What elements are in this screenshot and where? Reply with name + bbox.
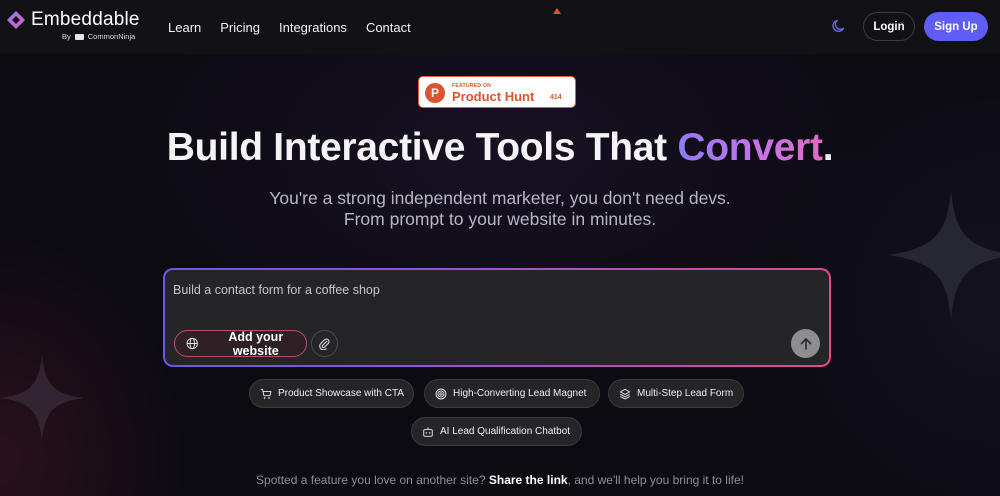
prompt-inner: Add your website: [165, 270, 829, 365]
chip-label: Multi-Step Lead Form: [637, 388, 734, 399]
attach-button[interactable]: [311, 330, 338, 357]
suggestion-chip-lead-magnet[interactable]: High-Converting Lead Magnet: [424, 379, 600, 408]
nav-link-pricing[interactable]: Pricing: [220, 20, 260, 35]
moon-icon[interactable]: [832, 19, 846, 33]
commonninja-icon: [74, 33, 84, 40]
nav-link-integrations[interactable]: Integrations: [279, 20, 347, 35]
hero-title-accent: Convert: [677, 126, 823, 169]
arrow-up-icon: [800, 337, 811, 350]
product-hunt-name: Product Hunt: [452, 89, 535, 104]
cart-icon: [260, 388, 272, 399]
prompt-box: Add your website: [163, 268, 831, 367]
share-link-prompt: Spotted a feature you love on another si…: [0, 473, 1000, 487]
product-hunt-upvote-count: 414: [550, 94, 562, 101]
paperclip-icon: [319, 338, 330, 350]
hero-subtitle-line2: From prompt to your website in minutes.: [343, 209, 657, 229]
brand-name: Embeddable: [31, 9, 140, 30]
embeddable-logo-icon: [7, 11, 25, 29]
nav-link-learn[interactable]: Learn: [168, 20, 201, 35]
hero-title-main: Build Interactive Tools That: [166, 126, 667, 169]
suggestion-chip-multi-step-form[interactable]: Multi-Step Lead Form: [608, 379, 744, 408]
chip-label: High-Converting Lead Magnet: [453, 388, 587, 399]
sparkle-decoration-left: [0, 355, 84, 441]
suggestion-chip-product-showcase[interactable]: Product Showcase with CTA: [249, 379, 414, 408]
share-text-before: Spotted a feature you love on another si…: [256, 473, 486, 487]
add-website-label: Add your website: [228, 329, 284, 358]
signup-button[interactable]: Sign Up: [924, 12, 988, 41]
brand-logo[interactable]: Embeddable By CommonNinja: [7, 9, 140, 41]
hero-subtitle-line1: You're a strong independent marketer, yo…: [269, 188, 731, 208]
robot-icon: [423, 426, 433, 437]
globe-icon: [186, 337, 198, 350]
byline-company: CommonNinja: [87, 32, 136, 41]
nav-link-contact[interactable]: Contact: [366, 20, 411, 35]
brand-byline: By CommonNinja: [62, 32, 140, 41]
byline-label: By: [62, 32, 71, 41]
product-hunt-logo-icon: P: [425, 83, 445, 103]
layers-icon: [619, 388, 631, 399]
main-nav: Learn Pricing Integrations Contact: [168, 0, 411, 54]
share-link[interactable]: Share the link: [489, 473, 568, 487]
share-text-after: , and we'll help you bring it to life!: [567, 473, 744, 487]
chip-label: AI Lead Qualification Chatbot: [440, 426, 571, 437]
target-icon: [435, 388, 447, 399]
send-button[interactable]: [791, 329, 820, 358]
login-button[interactable]: Login: [863, 12, 915, 41]
hero-title: Build Interactive Tools That Convert.: [0, 126, 1000, 170]
hero-title-end: .: [822, 126, 834, 169]
upvote-triangle-icon: [553, 8, 561, 14]
prompt-input[interactable]: [173, 280, 773, 300]
suggestion-chip-ai-chatbot[interactable]: AI Lead Qualification Chatbot: [411, 417, 582, 446]
top-header: Embeddable By CommonNinja Learn Pricing …: [0, 0, 1000, 54]
chip-label: Product Showcase with CTA: [278, 388, 404, 399]
add-website-button[interactable]: Add your website: [174, 329, 307, 358]
product-hunt-badge[interactable]: P FEATURED ON Product Hunt 414: [418, 76, 576, 108]
